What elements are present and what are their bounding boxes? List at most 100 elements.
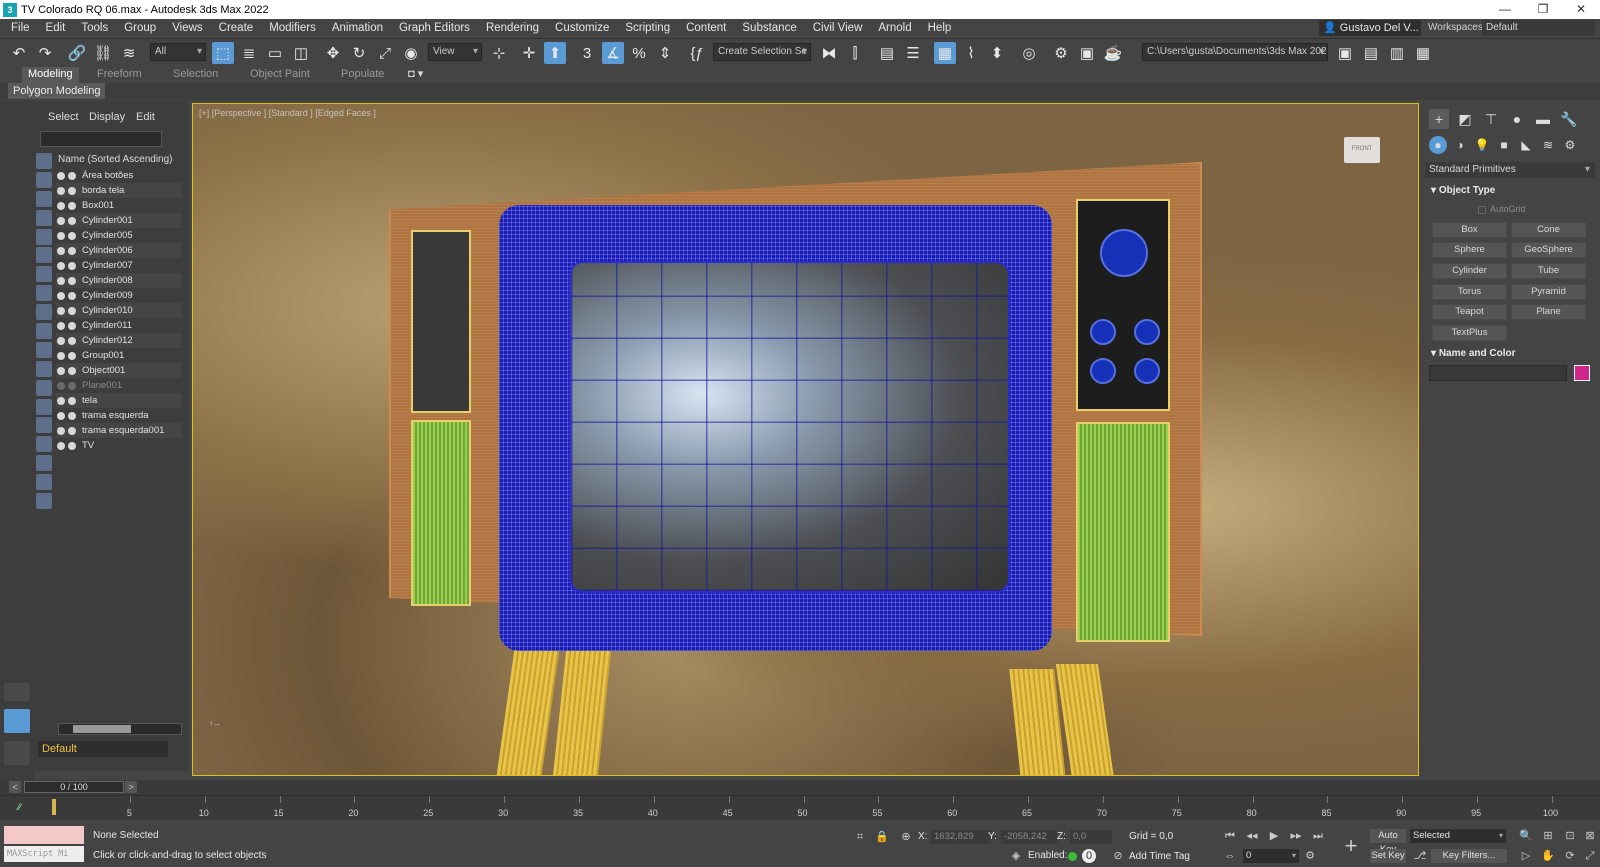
- primitive-category-select[interactable]: Standard Primitives: [1425, 162, 1595, 178]
- explorer-tab-display[interactable]: Display: [89, 111, 125, 123]
- select-by-name-icon[interactable]: ≣: [238, 42, 260, 64]
- menu-help[interactable]: Help: [920, 22, 960, 34]
- rendered-frame-window-icon[interactable]: ▣: [1076, 42, 1098, 64]
- time-configuration-icon[interactable]: ⚙: [1303, 849, 1317, 863]
- tube-button[interactable]: Tube: [1511, 263, 1586, 279]
- cameras-icon[interactable]: ■: [1495, 136, 1513, 154]
- next-frame-arrow-icon[interactable]: >: [125, 781, 137, 793]
- display-cameras-icon[interactable]: [36, 209, 52, 226]
- shapes-icon[interactable]: ◑: [1451, 136, 1469, 154]
- snaps-toggle-icon[interactable]: 3: [576, 42, 598, 64]
- info-icon[interactable]: 0: [1082, 849, 1096, 863]
- play-icon[interactable]: ▶: [1267, 829, 1281, 843]
- list-item[interactable]: trama esquerda001: [56, 423, 182, 438]
- track-bar[interactable]: ⁄∕ 5 10 15 20 25 30 35 40 45 50 55 60 65 70 75 80 85 90 95…: [0, 795, 1600, 820]
- zoom-extents-all-icon[interactable]: ⊠: [1583, 829, 1597, 843]
- display-groups-icon[interactable]: [36, 266, 52, 283]
- lights-icon[interactable]: 💡: [1473, 136, 1491, 154]
- list-item[interactable]: Cylinder001: [56, 213, 182, 228]
- reference-coordinate-select[interactable]: View: [428, 43, 482, 61]
- list-item[interactable]: Cylinder011: [56, 318, 182, 333]
- zoom-icon[interactable]: 🔍: [1519, 829, 1533, 843]
- options-icon[interactable]: [36, 474, 52, 491]
- list-item[interactable]: Cylinder012: [56, 333, 182, 348]
- plane-button[interactable]: Plane: [1511, 304, 1586, 320]
- percent-snap-icon[interactable]: %: [628, 42, 650, 64]
- textplus-button[interactable]: TextPlus: [1432, 325, 1507, 341]
- selection-lock-icon[interactable]: 🔒: [875, 830, 889, 844]
- workspaces-select[interactable]: Default: [1482, 20, 1595, 36]
- set-key-button[interactable]: Set Key: [1370, 849, 1406, 863]
- set-project-folder-icon[interactable]: ▥: [1386, 42, 1408, 64]
- render-production-icon[interactable]: ☕: [1102, 42, 1124, 64]
- list-item[interactable]: Cylinder007: [56, 258, 182, 273]
- undo-icon[interactable]: ↶: [8, 42, 30, 64]
- list-item[interactable]: Área botões: [56, 168, 182, 183]
- explorer-search-input[interactable]: [40, 131, 162, 147]
- previous-frame-icon[interactable]: ◂◂: [1245, 829, 1259, 843]
- menu-content[interactable]: Content: [678, 22, 734, 34]
- display-tab-icon[interactable]: ▬: [1533, 109, 1553, 129]
- selection-filter-select[interactable]: All: [150, 43, 206, 61]
- display-space-warps-icon[interactable]: [36, 247, 52, 264]
- list-item[interactable]: trama esquerda: [56, 408, 182, 423]
- visibility-toggle-icon[interactable]: [56, 306, 82, 315]
- invert-display-icon[interactable]: [36, 417, 52, 434]
- edit-named-selection-icon[interactable]: {ƒ: [686, 42, 708, 64]
- geometry-icon[interactable]: ●: [1429, 136, 1447, 154]
- render-setup-icon[interactable]: ⚙: [1050, 42, 1072, 64]
- angle-snap-icon[interactable]: ∡: [602, 42, 624, 64]
- viewport-layouts-icon[interactable]: [4, 741, 30, 765]
- ribbon-tab-modeling[interactable]: Modeling: [22, 67, 79, 83]
- minimize-button[interactable]: —: [1486, 0, 1524, 19]
- menu-create[interactable]: Create: [211, 22, 262, 34]
- explorer-tab-edit[interactable]: Edit: [136, 111, 155, 123]
- user-account-dropdown[interactable]: 👤 Gustavo Del V...: [1319, 20, 1421, 36]
- maxscript-mini-listener[interactable]: MAXScript Mi: [4, 846, 84, 862]
- list-item[interactable]: Cylinder005: [56, 228, 182, 243]
- isolate-selection-icon[interactable]: ⌗: [853, 830, 867, 844]
- menu-scripting[interactable]: Scripting: [617, 22, 678, 34]
- scrollbar-thumb[interactable]: [73, 725, 131, 733]
- single-viewport-icon[interactable]: [4, 709, 30, 733]
- display-all-icon[interactable]: [36, 379, 52, 396]
- previous-frame-arrow-icon[interactable]: <: [9, 781, 21, 793]
- time-slider-thumb[interactable]: 0 / 100: [24, 781, 124, 793]
- torus-button[interactable]: Torus: [1432, 284, 1507, 300]
- key-mode-select[interactable]: Selected: [1410, 829, 1506, 843]
- ribbon-tab-freeform[interactable]: Freeform: [91, 67, 148, 83]
- list-item[interactable]: Cylinder009: [56, 288, 182, 303]
- adaptive-degradation-icon[interactable]: ◈: [1009, 849, 1023, 863]
- filter-icon[interactable]: [36, 436, 52, 453]
- go-to-end-icon[interactable]: ⏭: [1311, 829, 1325, 843]
- sphere-button[interactable]: Sphere: [1432, 242, 1507, 258]
- move-icon[interactable]: ✥: [322, 42, 344, 64]
- visibility-toggle-icon[interactable]: [56, 351, 82, 360]
- maxscript-listener[interactable]: [4, 826, 84, 844]
- create-project-icon[interactable]: ▤: [1360, 42, 1382, 64]
- ribbon-tab-selection[interactable]: Selection: [167, 67, 224, 83]
- toggle-ribbon-icon[interactable]: ▦: [934, 42, 956, 64]
- pyramid-button[interactable]: Pyramid: [1511, 284, 1586, 300]
- display-none-icon[interactable]: [36, 398, 52, 415]
- schematic-view-icon[interactable]: ⬍: [986, 42, 1008, 64]
- perspective-viewport[interactable]: [+] [Perspective ] [Standard ] [Edged Fa…: [192, 103, 1419, 776]
- mirror-icon[interactable]: ⧓: [818, 42, 840, 64]
- visibility-toggle-icon[interactable]: [56, 246, 82, 255]
- close-button[interactable]: ✕: [1562, 0, 1600, 19]
- select-object-icon[interactable]: ⬚: [212, 42, 234, 64]
- display-shapes-icon[interactable]: [36, 171, 52, 188]
- spinner-snap-icon[interactable]: ⇕: [654, 42, 676, 64]
- select-manipulate-icon[interactable]: ✛: [518, 42, 540, 64]
- list-item[interactable]: Cylinder008: [56, 273, 182, 288]
- visibility-toggle-icon[interactable]: [56, 201, 82, 210]
- display-geometry-icon[interactable]: [36, 153, 52, 169]
- systems-icon[interactable]: ⚙: [1561, 136, 1579, 154]
- menu-rendering[interactable]: Rendering: [478, 22, 547, 34]
- visibility-toggle-icon[interactable]: [56, 291, 82, 300]
- field-of-view-icon[interactable]: ▷: [1519, 849, 1533, 863]
- visibility-toggle-icon[interactable]: [56, 441, 82, 450]
- menu-tools[interactable]: Tools: [73, 22, 116, 34]
- explorer-tab-select[interactable]: Select: [48, 111, 79, 123]
- redo-icon[interactable]: ↷: [34, 42, 56, 64]
